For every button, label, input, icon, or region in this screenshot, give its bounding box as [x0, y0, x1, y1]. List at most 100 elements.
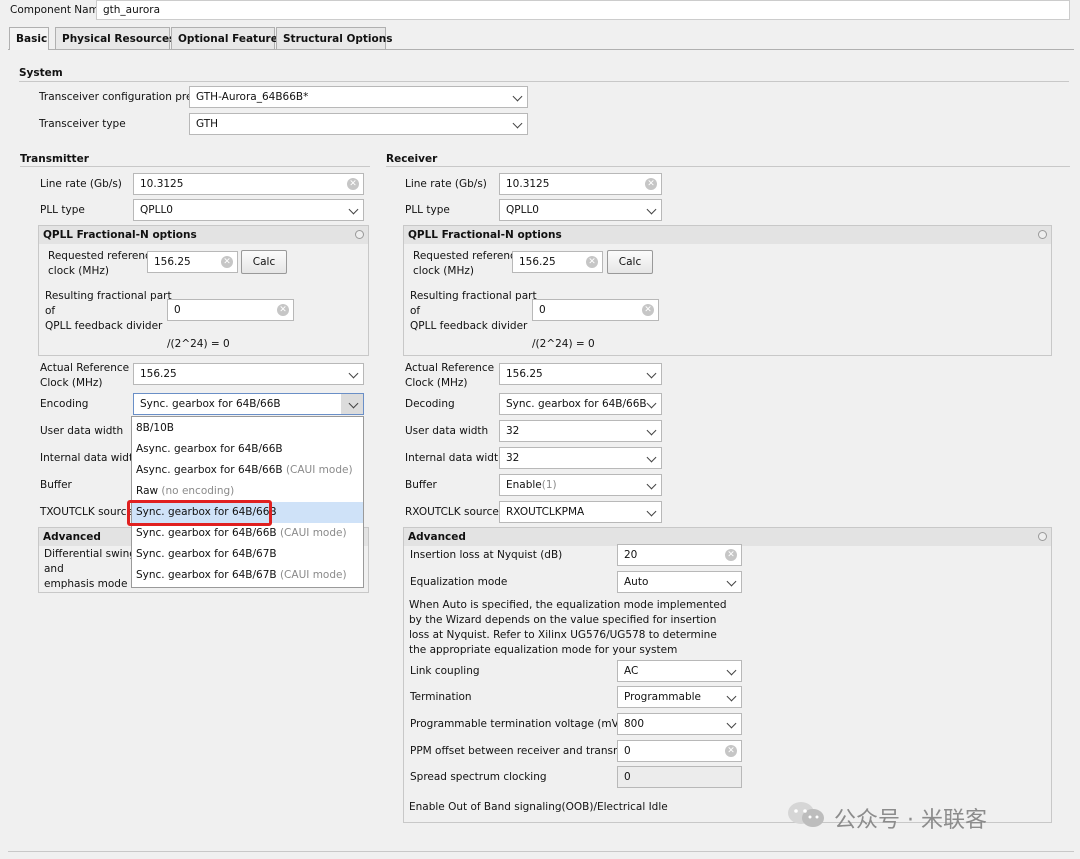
transceiver-type-label: Transceiver type	[39, 118, 126, 130]
collapse-icon[interactable]	[1038, 532, 1047, 541]
chevron-down-icon	[348, 368, 359, 379]
chevron-down-icon	[726, 691, 737, 702]
rx-actual-ref-label: Actual Reference Clock (MHz)	[405, 362, 495, 389]
encoding-option[interactable]: Sync. gearbox for 64B/67B	[132, 544, 363, 565]
rx-actual-ref-select[interactable]: 156.25	[499, 363, 662, 385]
chevron-down-icon	[646, 368, 657, 379]
transceiver-type-select[interactable]: GTH	[189, 113, 528, 135]
rx-eq-note: When Auto is specified, the equalization…	[409, 599, 727, 656]
tx-calc-button[interactable]: Calc	[241, 250, 287, 274]
rx-ppm-label: PPM offset between receiver and transmit…	[410, 745, 646, 757]
chevron-down-icon	[726, 718, 737, 729]
tx-encoding-label: Encoding	[40, 398, 89, 410]
chevron-down-icon	[646, 479, 657, 490]
tab-basic[interactable]: Basic	[9, 27, 49, 50]
rx-coupling-label: Link coupling	[410, 665, 480, 677]
rx-rxoutclk-label: RXOUTCLK source	[405, 506, 499, 518]
rx-term-voltage-label: Programmable termination voltage (mV)	[410, 718, 623, 730]
tx-actual-ref-select[interactable]: 156.25	[133, 363, 364, 385]
clear-icon[interactable]: ✕	[642, 304, 654, 316]
chevron-down-icon	[726, 665, 737, 676]
tx-frac-result: /(2^24) = 0	[167, 338, 230, 350]
clear-icon[interactable]: ✕	[725, 549, 737, 561]
rx-buffer-select[interactable]: Enable (1)	[499, 474, 662, 496]
clear-icon[interactable]: ✕	[586, 256, 598, 268]
wechat-logo-icon	[786, 800, 826, 830]
tx-req-ref-label: Requested reference clock (MHz)	[48, 250, 158, 277]
rx-req-ref-input[interactable]: 156.25 ✕	[512, 251, 603, 273]
system-section-title: System	[19, 67, 63, 79]
rx-user-width-select[interactable]: 32	[499, 420, 662, 442]
clear-icon[interactable]: ✕	[347, 178, 359, 190]
rx-oob-label: Enable Out of Band signaling(OOB)/Electr…	[409, 801, 668, 813]
rx-decoding-select[interactable]: Sync. gearbox for 64B/66B	[499, 393, 662, 415]
collapse-icon[interactable]	[355, 230, 364, 239]
rx-pll-select[interactable]: QPLL0	[499, 199, 662, 221]
rx-pll-label: PLL type	[405, 204, 450, 216]
chevron-down-icon	[646, 398, 657, 409]
rx-calc-button[interactable]: Calc	[607, 250, 653, 274]
rx-line-rate-input[interactable]: 10.3125 ✕	[499, 173, 662, 195]
rx-qpll-panel-header[interactable]: QPLL Fractional-N options	[404, 226, 1051, 244]
rx-insertion-input[interactable]: 20 ✕	[617, 544, 742, 566]
rx-termination-select[interactable]: Programmable	[617, 686, 742, 708]
tx-line-rate-label: Line rate (Gb/s)	[40, 178, 122, 190]
encoding-option[interactable]: Sync. gearbox for 64B/67B (CAUI mode)	[132, 565, 363, 586]
tx-user-width-label: User data width	[40, 425, 124, 437]
tab-physical-resources[interactable]: Physical Resources	[55, 27, 175, 49]
chevron-down-icon	[646, 425, 657, 436]
tx-req-ref-input[interactable]: 156.25 ✕	[147, 251, 238, 273]
tab-optional-features[interactable]: Optional Features	[171, 27, 284, 49]
receiver-section-title: Receiver	[386, 153, 438, 165]
chevron-down-icon	[348, 204, 359, 215]
rx-eq-select[interactable]: Auto	[617, 571, 742, 593]
rx-term-voltage-select[interactable]: 800	[617, 713, 742, 735]
encoding-option[interactable]: Async. gearbox for 64B/66B	[132, 439, 363, 460]
transmitter-section-title: Transmitter	[20, 153, 89, 165]
chevron-down-icon	[646, 452, 657, 463]
chevron-down-icon	[726, 576, 737, 587]
preset-select[interactable]: GTH-Aurora_64B66B*	[189, 86, 528, 108]
encoding-option[interactable]: Async. gearbox for 64B/66B (CAUI mode)	[132, 460, 363, 481]
tx-txoutclk-label: TXOUTCLK source	[40, 506, 133, 518]
rx-decoding-label: Decoding	[405, 398, 455, 410]
clear-icon[interactable]: ✕	[277, 304, 289, 316]
collapse-icon[interactable]	[1038, 230, 1047, 239]
clear-icon[interactable]: ✕	[725, 745, 737, 757]
clear-icon[interactable]: ✕	[645, 178, 657, 190]
rx-spread-label: Spread spectrum clocking	[410, 771, 547, 783]
chevron-down-icon	[512, 118, 523, 129]
rx-termination-label: Termination	[410, 691, 472, 703]
tab-structural-options[interactable]: Structural Options	[276, 27, 392, 49]
rx-frac-result: /(2^24) = 0	[532, 338, 595, 350]
preset-label: Transceiver configuration preset	[39, 91, 209, 103]
rx-user-width-label: User data width	[405, 425, 489, 437]
rx-line-rate-label: Line rate (Gb/s)	[405, 178, 487, 190]
tx-encoding-select[interactable]: Sync. gearbox for 64B/66B	[133, 393, 364, 415]
tx-qpll-panel-header[interactable]: QPLL Fractional-N options	[39, 226, 368, 244]
tx-pll-label: PLL type	[40, 204, 85, 216]
watermark-text: 公众号 · 米联客	[834, 808, 987, 833]
clear-icon[interactable]: ✕	[221, 256, 233, 268]
tx-actual-ref-label: Actual Reference Clock (MHz)	[40, 362, 130, 389]
chevron-down-icon	[646, 204, 657, 215]
tx-pll-select[interactable]: QPLL0	[133, 199, 364, 221]
rx-coupling-select[interactable]: AC	[617, 660, 742, 682]
chevron-down-icon	[512, 91, 523, 102]
encoding-option[interactable]: Raw (no encoding)	[132, 481, 363, 502]
tx-internal-width-label: Internal data width	[40, 452, 140, 464]
chevron-down-icon	[646, 506, 657, 517]
tx-line-rate-input[interactable]: 10.3125 ✕	[133, 173, 364, 195]
encoding-option[interactable]: 8B/10B	[132, 418, 363, 439]
rx-rxoutclk-select[interactable]: RXOUTCLKPMA	[499, 501, 662, 523]
component-name-label: Component Name	[10, 4, 106, 16]
tx-buffer-label: Buffer	[40, 479, 72, 491]
encoding-option[interactable]: Sync. gearbox for 64B/66B (CAUI mode)	[132, 523, 363, 544]
rx-buffer-label: Buffer	[405, 479, 437, 491]
rx-internal-width-select[interactable]: 32	[499, 447, 662, 469]
tx-frac-input[interactable]: 0 ✕	[167, 299, 294, 321]
rx-frac-input[interactable]: 0 ✕	[532, 299, 659, 321]
component-name-input[interactable]: gth_aurora	[96, 0, 1070, 20]
rx-req-ref-label: Requested reference clock (MHz)	[413, 250, 523, 277]
rx-ppm-input[interactable]: 0 ✕	[617, 740, 742, 762]
